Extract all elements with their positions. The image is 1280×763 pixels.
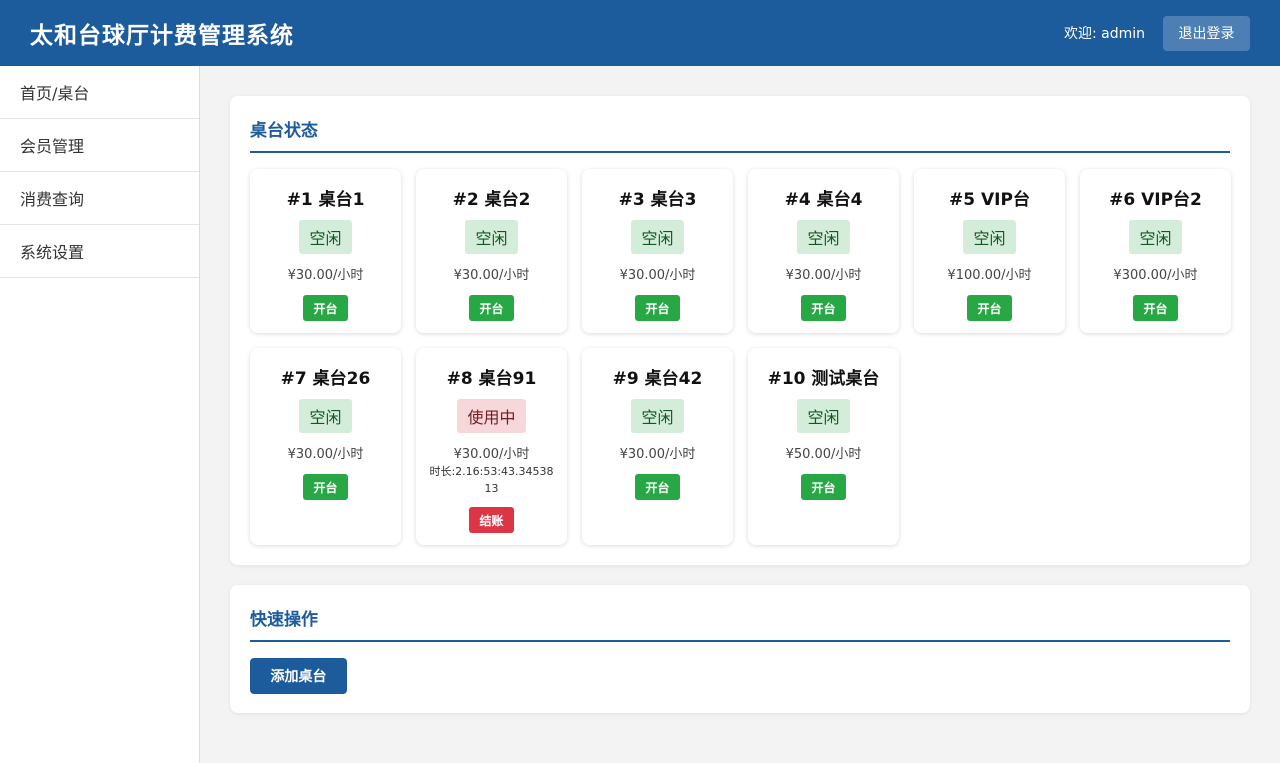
table-name: #2 桌台2 (452, 190, 531, 210)
table-card: #7 桌台26 空闲 ¥30.00/小时 开台 (250, 348, 401, 545)
open-table-button[interactable]: 开台 (801, 295, 846, 321)
table-price: ¥30.00/小时 (619, 268, 696, 283)
table-card: #8 桌台91 使用中 ¥30.00/小时 时长:2.16:53:43.3453… (416, 348, 567, 545)
logout-button[interactable]: 退出登录 (1163, 15, 1250, 51)
sidebar-item-consumption[interactable]: 消费查询 (0, 172, 199, 225)
add-table-button[interactable]: 添加桌台 (250, 658, 347, 694)
table-card: #1 桌台1 空闲 ¥30.00/小时 开台 (250, 169, 401, 333)
table-name: #5 VIP台 (949, 190, 1030, 210)
table-card: #5 VIP台 空闲 ¥100.00/小时 开台 (914, 169, 1065, 333)
top-header: 太和台球厅计费管理系统 欢迎: admin 退出登录 (0, 0, 1280, 66)
table-price: ¥300.00/小时 (1113, 268, 1198, 283)
panel-title: 桌台状态 (250, 116, 1230, 153)
open-table-button[interactable]: 开台 (967, 295, 1012, 321)
open-table-button[interactable]: 开台 (635, 295, 680, 321)
table-price: ¥50.00/小时 (785, 447, 862, 462)
welcome-text: 欢迎: admin (1063, 26, 1145, 42)
app-title: 太和台球厅计费管理系统 (30, 23, 294, 49)
table-price: ¥30.00/小时 (287, 447, 364, 462)
status-badge: 空闲 (1129, 220, 1182, 254)
table-card: #2 桌台2 空闲 ¥30.00/小时 开台 (416, 169, 567, 333)
table-card: #9 桌台42 空闲 ¥30.00/小时 开台 (582, 348, 733, 545)
status-badge: 使用中 (457, 399, 526, 433)
table-name: #9 桌台42 (612, 369, 703, 389)
table-price: ¥30.00/小时 (619, 447, 696, 462)
quick-actions-panel: 快速操作 添加桌台 (230, 585, 1250, 713)
table-card: #3 桌台3 空闲 ¥30.00/小时 开台 (582, 169, 733, 333)
table-status-panel: 桌台状态 #1 桌台1 空闲 ¥30.00/小时 开台 #2 桌台2 空闲 ¥3… (230, 96, 1250, 565)
open-table-button[interactable]: 开台 (469, 295, 514, 321)
table-price: ¥30.00/小时 (453, 447, 530, 462)
header-user-area: 欢迎: admin 退出登录 (1063, 15, 1250, 51)
table-price: ¥100.00/小时 (947, 268, 1032, 283)
table-card: #10 测试桌台 空闲 ¥50.00/小时 开台 (748, 348, 899, 545)
table-price: ¥30.00/小时 (453, 268, 530, 283)
table-card: #4 桌台4 空闲 ¥30.00/小时 开台 (748, 169, 899, 333)
sidebar: 首页/桌台 会员管理 消费查询 系统设置 (0, 66, 200, 763)
status-badge: 空闲 (797, 220, 850, 254)
sidebar-item-home-tables[interactable]: 首页/桌台 (0, 66, 199, 119)
open-table-button[interactable]: 开台 (303, 474, 348, 500)
table-card: #6 VIP台2 空闲 ¥300.00/小时 开台 (1080, 169, 1231, 333)
table-name: #6 VIP台2 (1109, 190, 1202, 210)
table-name: #10 测试桌台 (767, 369, 880, 389)
table-name: #7 桌台26 (280, 369, 371, 389)
usage-duration: 时长:2.16:53:43.3453813 (429, 465, 554, 495)
status-badge: 空闲 (631, 220, 684, 254)
checkout-button[interactable]: 结账 (469, 507, 514, 533)
table-price: ¥30.00/小时 (785, 268, 862, 283)
status-badge: 空闲 (299, 399, 352, 433)
open-table-button[interactable]: 开台 (1133, 295, 1178, 321)
table-name: #3 桌台3 (618, 190, 697, 210)
status-badge: 空闲 (465, 220, 518, 254)
open-table-button[interactable]: 开台 (801, 474, 846, 500)
status-badge: 空闲 (631, 399, 684, 433)
sidebar-item-settings[interactable]: 系统设置 (0, 225, 199, 278)
open-table-button[interactable]: 开台 (303, 295, 348, 321)
table-price: ¥30.00/小时 (287, 268, 364, 283)
main-content: 桌台状态 #1 桌台1 空闲 ¥30.00/小时 开台 #2 桌台2 空闲 ¥3… (230, 96, 1250, 713)
sidebar-item-members[interactable]: 会员管理 (0, 119, 199, 172)
open-table-button[interactable]: 开台 (635, 474, 680, 500)
table-name: #4 桌台4 (784, 190, 863, 210)
status-badge: 空闲 (299, 220, 352, 254)
status-badge: 空闲 (797, 399, 850, 433)
table-grid: #1 桌台1 空闲 ¥30.00/小时 开台 #2 桌台2 空闲 ¥30.00/… (250, 169, 1231, 545)
table-name: #1 桌台1 (286, 190, 365, 210)
table-name: #8 桌台91 (446, 369, 537, 389)
status-badge: 空闲 (963, 220, 1016, 254)
panel-title: 快速操作 (250, 605, 1230, 642)
